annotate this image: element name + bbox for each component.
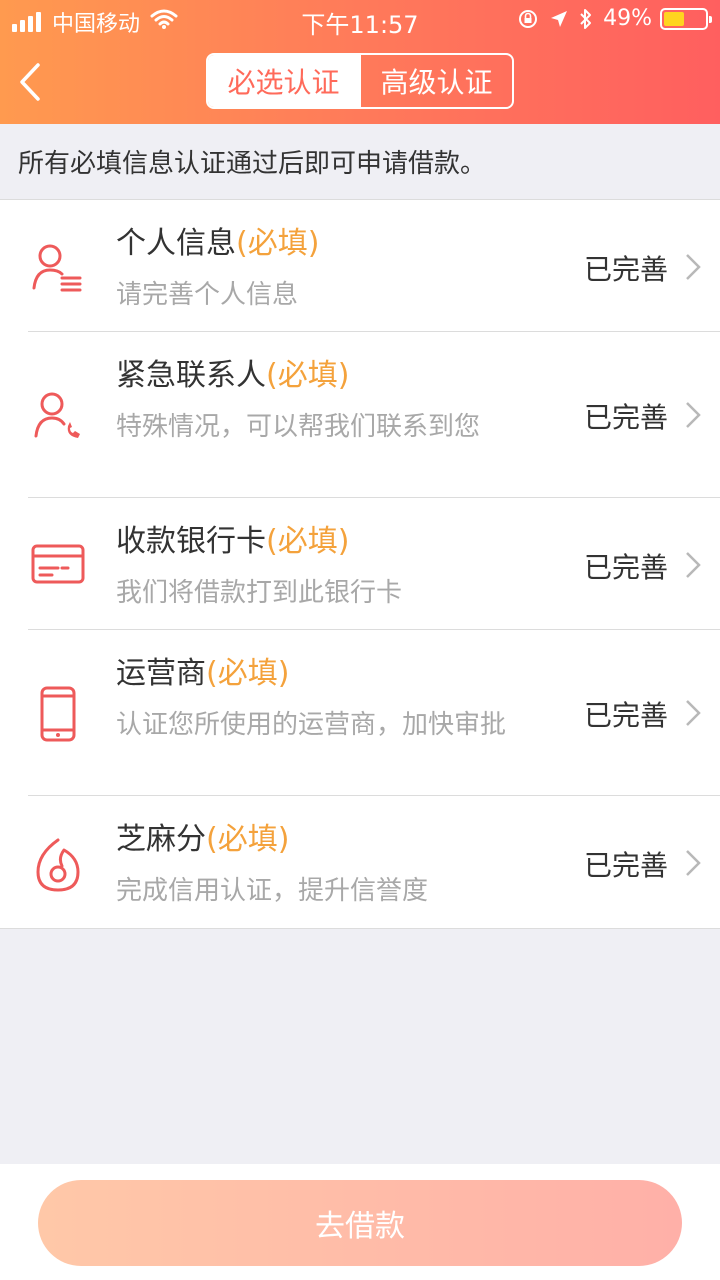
mobile-phone-icon <box>40 686 76 742</box>
rotation-lock-icon <box>517 8 539 30</box>
list-item-emergency-contact[interactable]: 紧急联系人(必填) 特殊情况，可以帮我们联系到您 已完善 <box>0 332 720 498</box>
auth-list: 个人信息(必填) 请完善个人信息 已完善 紧急联系人(必填) 特殊情况，可以帮我… <box>0 200 720 929</box>
item-subtitle: 认证您所使用的运营商，加快审批 <box>116 710 507 740</box>
list-item-carrier[interactable]: 运营商(必填) 认证您所使用的运营商，加快审批 已完善 <box>0 630 720 796</box>
back-button[interactable] <box>10 58 50 106</box>
chevron-right-icon <box>686 700 701 726</box>
list-item-bank-card[interactable]: 收款银行卡(必填) 我们将借款打到此银行卡 已完善 <box>0 498 720 630</box>
sesame-icon <box>36 838 80 892</box>
tab-required-auth[interactable]: 必选认证 <box>208 55 359 107</box>
chevron-right-icon <box>686 552 701 578</box>
bluetooth-icon <box>579 8 593 30</box>
location-icon <box>549 9 569 29</box>
contact-phone-icon <box>34 392 80 438</box>
item-title: 紧急联系人(必填) <box>116 358 350 393</box>
list-item-sesame-score[interactable]: 芝麻分(必填) 完成信用认证，提升信誉度 已完善 <box>0 796 720 928</box>
bank-card-icon <box>31 544 85 584</box>
item-subtitle: 请完善个人信息 <box>116 280 299 310</box>
list-item-personal-info[interactable]: 个人信息(必填) 请完善个人信息 已完善 <box>0 200 720 332</box>
chevron-right-icon <box>686 402 701 428</box>
item-title: 芝麻分(必填) <box>116 822 290 857</box>
battery-percent: 49% <box>603 6 652 31</box>
status-bar: 中国移动 下午11:57 49% <box>0 0 720 40</box>
item-subtitle: 特殊情况，可以帮我们联系到您 <box>116 412 481 442</box>
item-status: 已完善 <box>583 401 668 434</box>
battery-icon <box>660 7 712 30</box>
item-status: 已完善 <box>583 551 668 584</box>
bottom-bar: 去借款 <box>0 1164 720 1280</box>
status-right: 49% <box>507 6 712 31</box>
item-status: 已完善 <box>583 253 668 286</box>
tab-advanced-auth[interactable]: 高级认证 <box>359 55 512 107</box>
user-list-icon <box>32 244 82 292</box>
header: 中国移动 下午11:57 49% 必选认证 高级认证 <box>0 0 720 124</box>
nav-bar: 必选认证 高级认证 <box>0 40 720 124</box>
item-status: 已完善 <box>583 699 668 732</box>
segmented-control: 必选认证 高级认证 <box>206 53 514 109</box>
item-status: 已完善 <box>583 849 668 882</box>
notice-text: 所有必填信息认证通过后即可申请借款。 <box>0 124 720 200</box>
chevron-left-icon <box>20 63 40 101</box>
item-subtitle: 我们将借款打到此银行卡 <box>116 578 403 608</box>
item-title: 运营商(必填) <box>116 656 290 691</box>
chevron-right-icon <box>686 254 701 280</box>
item-title: 个人信息(必填) <box>116 226 320 261</box>
chevron-right-icon <box>686 850 701 876</box>
item-title: 收款银行卡(必填) <box>116 524 350 559</box>
go-borrow-button[interactable]: 去借款 <box>38 1180 682 1266</box>
item-subtitle: 完成信用认证，提升信誉度 <box>116 876 429 906</box>
